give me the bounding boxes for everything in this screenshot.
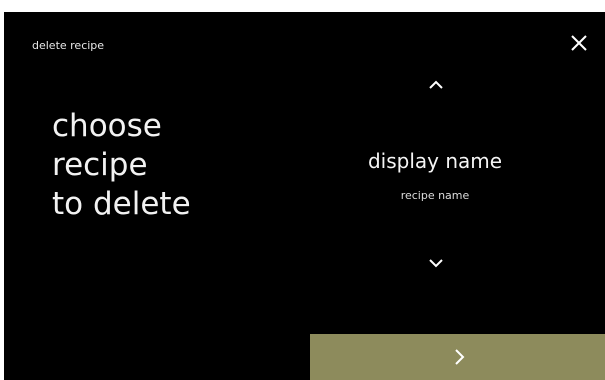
close-icon: [571, 35, 587, 51]
chevron-up-icon: [429, 80, 443, 89]
instruction-line: recipe: [52, 147, 148, 183]
chevron-right-icon: [451, 347, 469, 367]
instruction-line: choose: [52, 108, 162, 144]
close-button[interactable]: [566, 30, 592, 56]
chevron-down-icon: [429, 259, 443, 268]
instruction-line: to delete: [52, 186, 191, 222]
scroll-up-button[interactable]: [423, 76, 449, 94]
screen-title: delete recipe: [32, 39, 105, 52]
recipe-display-name[interactable]: display name: [335, 149, 535, 173]
next-button[interactable]: [310, 334, 605, 380]
instruction-text: choose recipe to delete: [52, 107, 191, 224]
delete-recipe-screen: delete recipe choose recipe to delete di…: [4, 12, 605, 380]
scroll-down-button[interactable]: [423, 254, 449, 272]
recipe-name[interactable]: recipe name: [335, 189, 535, 202]
